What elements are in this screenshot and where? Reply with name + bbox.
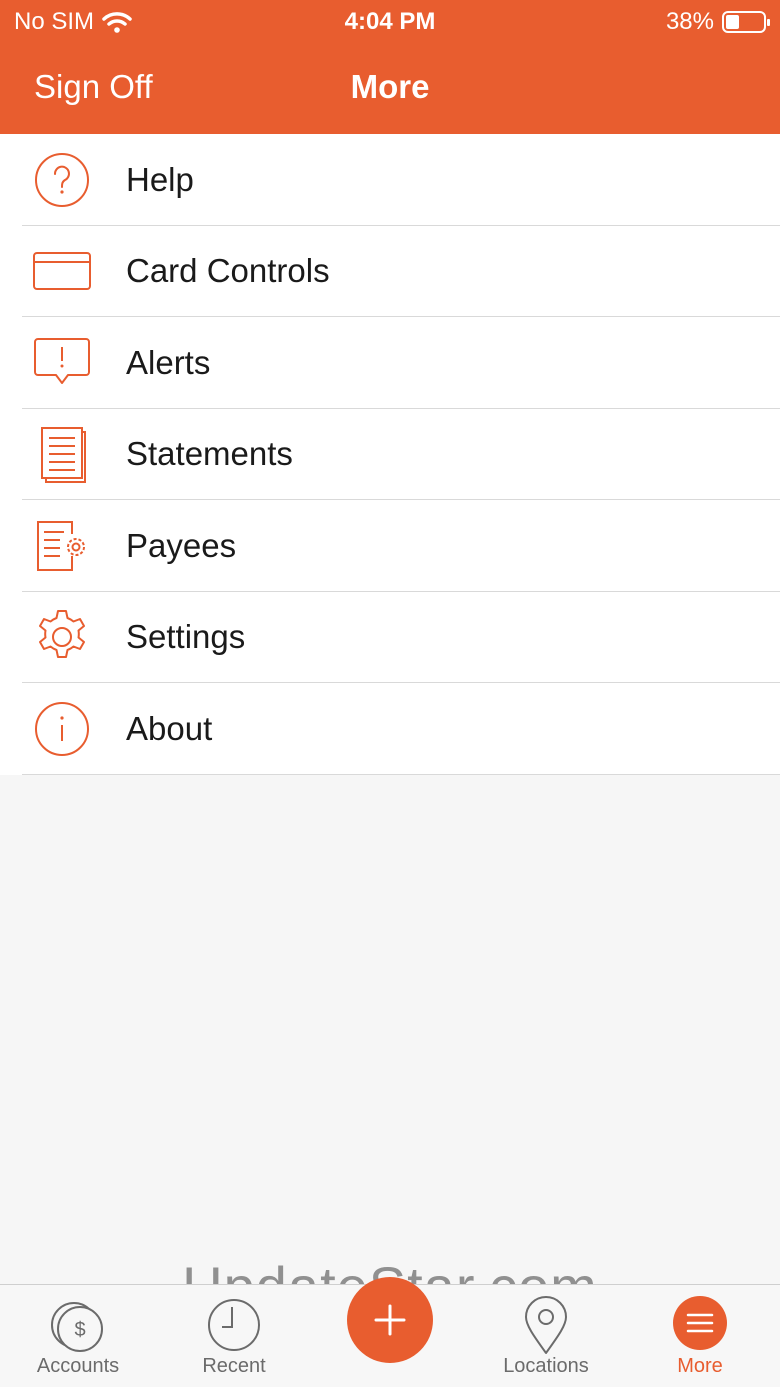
clock-icon: [208, 1299, 260, 1351]
statements-icon: [41, 427, 86, 484]
menu-item-settings[interactable]: Settings: [0, 592, 780, 684]
menu-item-help[interactable]: Help: [0, 134, 780, 226]
tab-accounts[interactable]: $ Accounts: [18, 1285, 138, 1387]
menu-item-payees[interactable]: Payees: [0, 500, 780, 592]
payees-icon: [37, 520, 85, 571]
menu-label-card-controls: Card Controls: [126, 252, 330, 290]
tab-recent[interactable]: Recent: [174, 1285, 294, 1387]
more-menu-list: Help Card Controls Alerts Statements Pay…: [0, 134, 780, 775]
battery-icon: [722, 11, 770, 33]
menu-item-statements[interactable]: Statements: [0, 409, 780, 501]
tab-label-recent: Recent: [202, 1355, 266, 1377]
info-icon: [35, 701, 89, 756]
tab-label-accounts: Accounts: [36, 1355, 120, 1377]
menu-label-statements: Statements: [126, 435, 293, 473]
card-icon: [33, 252, 91, 291]
battery-percent: 38%: [665, 8, 714, 35]
gear-icon: [39, 610, 85, 659]
help-icon: [35, 152, 89, 207]
menu-label-settings: Settings: [126, 618, 246, 656]
tab-more[interactable]: More: [640, 1285, 760, 1387]
alert-icon: [34, 337, 90, 384]
page-title: More: [350, 68, 430, 105]
menu-item-about[interactable]: About: [0, 683, 780, 775]
tab-label-more: More: [677, 1355, 723, 1377]
status-time: 4:04 PM: [344, 8, 436, 35]
menu-label-payees: Payees: [126, 526, 237, 564]
menu-item-card-controls[interactable]: Card Controls: [0, 226, 780, 318]
menu-label-help: Help: [126, 160, 194, 198]
tab-locations[interactable]: Locations: [486, 1285, 606, 1387]
status-bar-right: 38%: [665, 8, 770, 36]
top-bar: No SIM 4:04 PM 38% Sign Off More: [0, 0, 780, 134]
location-pin-icon: [525, 1296, 567, 1354]
svg-text:$: $: [74, 1319, 85, 1341]
menu-label-about: About: [126, 709, 213, 747]
menu-item-alerts[interactable]: Alerts: [0, 317, 780, 409]
menu-label-alerts: Alerts: [126, 343, 211, 381]
add-action-button[interactable]: [347, 1277, 433, 1363]
tab-label-locations: Locations: [503, 1355, 589, 1377]
plus-icon: [374, 1304, 406, 1336]
menu-icon: [673, 1296, 727, 1350]
accounts-icon: $: [51, 1302, 103, 1352]
